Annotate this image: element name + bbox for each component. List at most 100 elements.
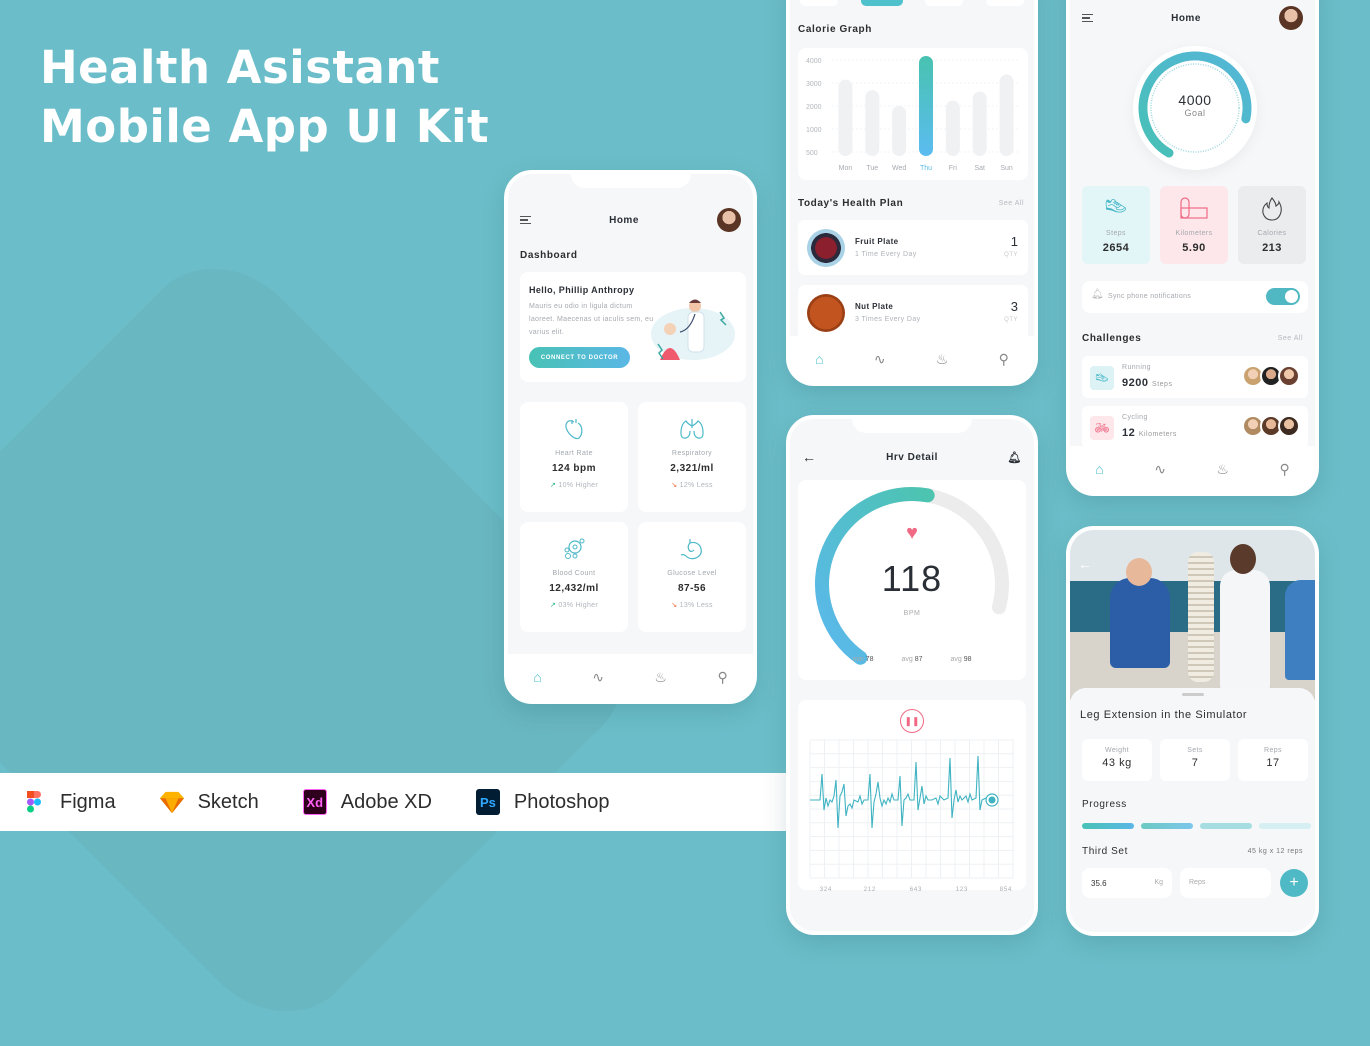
stat-label: Heart Rate — [555, 450, 593, 457]
tab-pill-active[interactable] — [860, 0, 903, 6]
avatar[interactable] — [716, 208, 741, 232]
hrv-avg2: avg 98 — [950, 656, 972, 663]
exercise-photo: ← — [1070, 530, 1315, 700]
blood-cells-icon — [520, 538, 628, 564]
stat-card-heart-rate[interactable]: Heart Rate 124 bpm ↗ 10% Higher — [520, 402, 628, 512]
patient-head — [1126, 558, 1152, 586]
hrv-gauge-card: ♥ 118 BPM min 78 avg 87 avg 98 — [798, 480, 1026, 680]
figma-icon — [22, 789, 46, 815]
stat-value: 2,321/ml — [670, 463, 714, 474]
sketch-icon — [159, 789, 184, 815]
tab-pill[interactable] — [925, 0, 964, 6]
hrv-min: min 78 — [852, 656, 874, 663]
plan-item-nut[interactable]: Nut Plate 3 Times Every Day 3 QTY — [798, 285, 1028, 340]
nav-flame-icon[interactable]: ♨ — [936, 351, 949, 368]
nav-profile-icon[interactable]: ⚲ — [1279, 461, 1289, 478]
header-title: Home — [609, 214, 639, 226]
stat-value: 12,432/ml — [549, 583, 599, 594]
y-tick-label: 500 — [806, 150, 818, 157]
toggle-knob — [1285, 290, 1298, 303]
phone-hrv: ← Hrv Detail 🔔︎ ♥ 118 BPM min 78 avg 87 … — [786, 415, 1038, 935]
nav-activity-icon[interactable]: ∿ — [874, 351, 886, 368]
plan-title: Today's Health Plan — [798, 198, 904, 209]
nav-activity-icon[interactable]: ∿ — [592, 669, 604, 686]
challenge-cycling[interactable]: 🚲︎ Cycling 12 Kilometers — [1082, 406, 1308, 448]
stat-label: Respiratory — [671, 450, 713, 457]
section-title: Dashboard — [520, 250, 578, 261]
drag-handle[interactable] — [1181, 693, 1204, 696]
progress-segment — [1259, 823, 1311, 829]
doctor-illustration-icon — [651, 299, 735, 360]
nav-profile-icon[interactable]: ⚲ — [999, 351, 1009, 368]
plan-qty: 1 QTY — [1004, 234, 1018, 258]
tab-pill[interactable] — [800, 0, 838, 6]
reps-input[interactable]: Reps — [1180, 868, 1271, 898]
tile-calories[interactable]: Calories 213 — [1238, 186, 1306, 264]
metric-weight: Weight 43 kg — [1082, 739, 1152, 781]
plan-name: Nut Plate — [855, 302, 894, 311]
header-title: Hrv Detail — [886, 451, 938, 463]
nav-activity-icon[interactable]: ∿ — [1154, 461, 1166, 478]
see-all-link[interactable]: See All — [1278, 335, 1303, 342]
x-tick-label: Mon — [839, 165, 853, 172]
nav-home-icon[interactable]: ⌂ — [1095, 461, 1103, 477]
tool-label: Sketch — [197, 790, 259, 813]
nut-plate-image — [807, 294, 845, 332]
challenge-name: Cycling — [1122, 414, 1148, 421]
avatar[interactable] — [1278, 6, 1303, 30]
trend-up-icon: ↗ — [550, 482, 557, 489]
menu-icon[interactable] — [1082, 14, 1093, 22]
challenge-value: 9200 Steps — [1122, 377, 1173, 389]
metric-reps: Reps 17 — [1238, 739, 1308, 781]
y-tick-label: 2000 — [806, 104, 822, 111]
stat-card-blood-count[interactable]: Blood Count 12,432/ml ↗ 03% Higher — [520, 522, 628, 632]
ecg-x-label: 854 — [1000, 887, 1012, 893]
add-set-button[interactable]: + — [1280, 869, 1308, 897]
connect-doctor-button[interactable]: CONNECT TO DOCTOR — [529, 347, 630, 368]
progress-title: Progress — [1082, 799, 1127, 810]
hero-title: Health Asistant Mobile App UI Kit — [40, 38, 489, 156]
x-tick-label: Wed — [892, 165, 906, 172]
greeting-card: Hello, Phillip Anthropy Mauris eu odio i… — [520, 272, 746, 382]
challenge-running[interactable]: 👟︎ Running 9200 Steps — [1082, 356, 1308, 398]
doctor-head — [1230, 544, 1256, 574]
nav-home-icon[interactable]: ⌂ — [815, 351, 823, 367]
ecg-line — [810, 755, 987, 829]
y-tick-label: 3000 — [806, 81, 822, 88]
doctor-figure — [1220, 570, 1270, 690]
tile-steps[interactable]: 👟︎ Steps 2654 — [1082, 186, 1150, 264]
tool-sketch: Sketch — [159, 789, 259, 815]
reps-placeholder: Reps — [1189, 879, 1206, 886]
hero-line-1: Health Asistant — [40, 41, 440, 94]
patient-figure — [1110, 578, 1170, 668]
menu-icon[interactable] — [520, 216, 531, 224]
greeting: Hello, Phillip Anthropy — [529, 285, 635, 295]
sync-toggle[interactable] — [1266, 288, 1300, 305]
sync-label: Sync phone notifications — [1108, 293, 1192, 300]
tile-kilometers[interactable]: Kilometers 5.90 — [1160, 186, 1228, 264]
pause-button[interactable]: ❚❚ — [900, 709, 924, 733]
nav-flame-icon[interactable]: ♨ — [654, 669, 667, 686]
shoe-icon: 👟︎ — [1103, 196, 1129, 218]
avatar — [1278, 415, 1300, 437]
stat-card-respiratory[interactable]: Respiratory 2,321/ml ↘ 12% Less — [638, 402, 746, 512]
see-all-link[interactable]: See All — [999, 200, 1024, 207]
kg-input[interactable]: 35.6 Kg — [1082, 868, 1172, 898]
nav-flame-icon[interactable]: ♨ — [1216, 461, 1229, 478]
bell-icon: 🔔︎ — [1091, 289, 1104, 300]
nav-home-icon[interactable]: ⌂ — [533, 669, 541, 685]
calorie-title: Calorie Graph — [798, 24, 872, 35]
back-arrow-icon[interactable]: ← — [1078, 556, 1092, 572]
nav-profile-icon[interactable]: ⚲ — [717, 669, 727, 686]
lungs-icon — [638, 418, 746, 444]
stat-card-glucose[interactable]: Glucose Level 87-56 ↘ 13% Less — [638, 522, 746, 632]
xd-icon: Xd — [302, 789, 327, 815]
plan-item-fruit[interactable]: Fruit Plate 1 Time Every Day 1 QTY — [798, 220, 1028, 275]
back-arrow-icon[interactable]: ← — [802, 449, 817, 465]
fruit-plate-image — [807, 229, 845, 267]
stat-trend: ↗ 10% Higher — [550, 482, 598, 489]
notch — [570, 174, 691, 188]
bar-sat — [972, 91, 987, 156]
tab-pill[interactable] — [985, 0, 1024, 6]
bell-icon[interactable]: 🔔︎ — [1008, 451, 1022, 464]
